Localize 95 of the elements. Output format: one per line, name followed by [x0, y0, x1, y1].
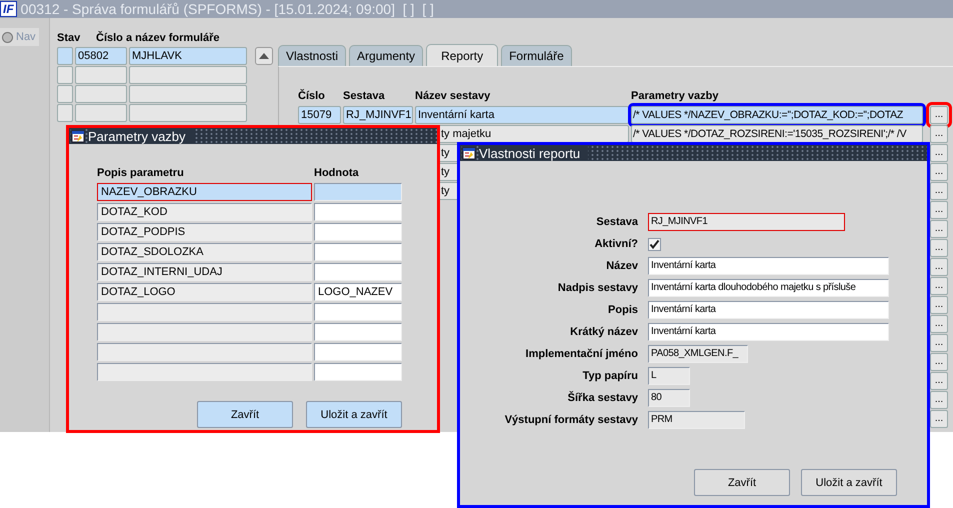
column-header: Popis parametru [97, 166, 185, 178]
more-button[interactable]: ... [930, 201, 948, 219]
more-button[interactable]: ... [930, 315, 948, 333]
value-field[interactable] [314, 323, 402, 341]
table-cell[interactable] [129, 104, 247, 122]
value-field[interactable] [314, 303, 402, 321]
app-logo: IF [0, 1, 17, 17]
tab[interactable]: Vlastnosti [278, 45, 346, 66]
table-cell: RJ_MJINVF1 [343, 106, 413, 124]
table-cell [57, 104, 73, 122]
table-cell [57, 47, 73, 65]
column-header: Parametry vazby [631, 90, 720, 102]
value-field[interactable] [314, 203, 402, 221]
window-title: 00312 - Správa formulářů (SPFORMS) - [15.01.2024; 09:00] [ ] [ ] [20, 1, 434, 17]
table-cell[interactable]: MJHLAVK [129, 47, 247, 65]
column-header: Název sestavy [415, 90, 492, 102]
dialog-button[interactable]: Zavřít [197, 401, 293, 428]
table-cell: /* VALUES */DOTAZ_ROZSIRENI:='15035_ROZSIRENI';/* /V [631, 125, 923, 143]
parameter-field[interactable] [97, 323, 312, 341]
field-label: Šířka sestavy [566, 390, 638, 406]
input-field[interactable]: 80 [648, 389, 690, 407]
field-label: Krátký název [569, 325, 638, 340]
more-button[interactable]: ... [930, 334, 948, 352]
parameter-field[interactable]: DOTAZ_PODPIS [97, 223, 312, 241]
table-cell: Inventární karta [415, 106, 629, 124]
dialog-button[interactable]: Zavřít [694, 469, 790, 496]
column-header: Číslo a název formuláře [96, 32, 220, 44]
field-label: Název [605, 259, 638, 274]
table-cell[interactable] [75, 104, 127, 122]
dialog-button[interactable]: Uložit a zavřít [306, 401, 402, 428]
field-label: Aktivní? [594, 237, 638, 252]
more-button[interactable]: ... [930, 239, 948, 257]
table-cell[interactable]: 05802 [75, 47, 127, 65]
parameter-field[interactable]: DOTAZ_SDOLOZKA [97, 243, 312, 261]
input-field[interactable]: PRM [648, 411, 745, 429]
table-cell[interactable] [75, 85, 127, 103]
dialog-title: Parametry vazby [88, 128, 194, 144]
parameter-field[interactable]: NAZEV_OBRAZKU [97, 183, 312, 201]
tab[interactable]: Formuláře [501, 45, 572, 66]
value-field[interactable] [314, 243, 402, 261]
more-button[interactable]: ... [930, 258, 948, 276]
field-label: Implementační jméno [524, 347, 638, 362]
more-button[interactable]: ... [930, 220, 948, 238]
tab[interactable]: Argumenty [349, 45, 424, 66]
column-header: Stav [57, 32, 82, 44]
table-cell: /* VALUES */NAZEV_OBRAZKU:='';DOTAZ_KOD:='';DOTAZ [631, 106, 923, 124]
table-cell[interactable] [129, 66, 247, 84]
column-header: Číslo [298, 90, 326, 102]
table-cell [57, 66, 73, 84]
parameter-field[interactable]: DOTAZ_INTERNI_UDAJ [97, 263, 312, 281]
value-field[interactable] [314, 343, 402, 361]
parameter-field[interactable] [97, 303, 312, 321]
input-field[interactable]: PA058_XMLGEN.F_ [648, 345, 748, 363]
table-cell: 15079 [298, 106, 341, 124]
value-field[interactable] [314, 183, 402, 201]
parameter-field[interactable]: DOTAZ_LOGO [97, 283, 312, 301]
value-field[interactable]: LOGO_NAZEV [314, 283, 402, 301]
value-field[interactable] [314, 223, 402, 241]
input-field[interactable]: L [648, 367, 690, 385]
scroll-up-button[interactable] [255, 47, 273, 65]
checkbox[interactable] [648, 238, 661, 250]
more-button[interactable]: ... [930, 144, 948, 162]
more-button[interactable]: ... [930, 182, 948, 200]
up-arrow-icon [259, 53, 269, 59]
parameter-field[interactable] [97, 343, 312, 361]
dialog-button[interactable]: Uložit a zavřít [801, 469, 897, 496]
parameter-field[interactable]: DOTAZ_KOD [97, 203, 312, 221]
more-button[interactable]: ... [930, 372, 948, 390]
field-label: Výstupní formáty sestavy [504, 413, 638, 428]
table-cell[interactable] [75, 66, 127, 84]
column-header: Hodnota [314, 166, 360, 178]
input-field[interactable]: RJ_MJINVF1 [648, 213, 845, 231]
more-button[interactable]: ... [930, 353, 948, 371]
more-button[interactable]: ... [930, 391, 948, 409]
field-label: Typ papíru [582, 369, 638, 384]
parameter-field[interactable] [97, 363, 312, 381]
column-header: Sestava [343, 90, 386, 102]
value-field[interactable] [314, 363, 402, 381]
value-field[interactable] [314, 263, 402, 281]
field-label: Sestava [595, 215, 638, 230]
more-button[interactable]: ... [930, 125, 948, 143]
table-cell[interactable] [129, 85, 247, 103]
field-label: Popis [607, 303, 638, 318]
input-field[interactable]: Inventární karta [648, 301, 889, 319]
more-button[interactable]: ... [930, 296, 948, 314]
more-button[interactable]: ... [930, 163, 948, 181]
input-field[interactable]: Inventární karta [648, 257, 889, 275]
dialog-title: Vlastnosti reportu [479, 146, 588, 160]
input-field[interactable]: Inventární karta dlouhodobého majetku s přísluše [648, 279, 889, 297]
field-label: Nadpis sestavy [556, 281, 638, 296]
tab[interactable]: Reporty [426, 44, 498, 66]
table-cell [57, 85, 73, 103]
input-field[interactable]: Inventární karta [648, 323, 889, 341]
more-button[interactable]: ... [930, 410, 948, 428]
more-button[interactable]: ... [930, 277, 948, 295]
